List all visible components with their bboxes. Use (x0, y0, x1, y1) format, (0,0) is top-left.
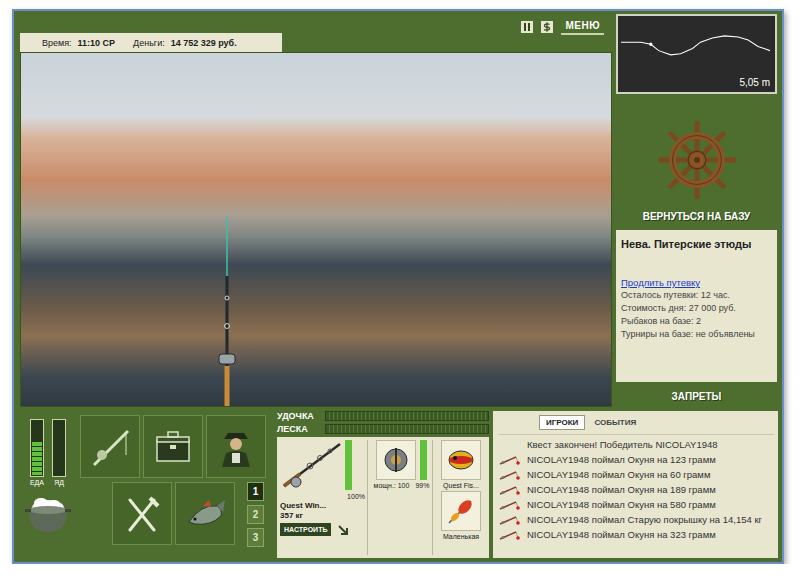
fishing-scene[interactable] (20, 52, 612, 407)
feed-message: Квест закончен! Победитель NICOLAY1948 (499, 437, 774, 452)
catch-button[interactable] (175, 482, 235, 545)
slot-button[interactable]: 2 (247, 505, 264, 524)
fisherman-button[interactable] (206, 415, 266, 478)
catch-rod-icon (499, 485, 521, 495)
lure-icon (445, 444, 477, 476)
reel-card[interactable]: мощн.: 10099% (371, 440, 433, 555)
bans-button[interactable]: ЗАПРЕТЫ (616, 386, 777, 407)
location-detail: Осталось путевки: 12 час. (621, 289, 773, 301)
catch-rod-icon (499, 515, 521, 525)
tension-row: ЛЕСКА (277, 424, 489, 434)
depth-reading: 5,05 m (621, 77, 770, 88)
meters: ЕДА ЯД (30, 419, 66, 486)
tension-row: УДОЧКА (277, 411, 489, 421)
catch-rod-icon (499, 455, 521, 465)
feed-tab[interactable]: СОБЫТИЯ (587, 415, 643, 430)
feed-tabs: ИГРОКИСОБЫТИЯ (499, 415, 774, 430)
game-window: Время:11:10 СР Деньги:14 752 329 руб. МЕНЮ… (12, 9, 784, 564)
eat-button[interactable] (112, 482, 172, 545)
ship-wheel-icon (658, 121, 736, 199)
location-panel: Нева. Питерские этюды Продлить путевкуОст… (616, 230, 777, 382)
catch-rod-icon (499, 500, 521, 510)
meter: ЯД (52, 419, 66, 486)
arrow-icon[interactable] (337, 524, 349, 536)
tackle-slots: 100%Quest Win...357 кгНАСТРОИТЬмощн.: 10… (277, 437, 489, 558)
meter-fill (32, 442, 42, 475)
location-detail: Турниры на базе: не объявлены (621, 328, 773, 340)
menu-button[interactable]: МЕНЮ (561, 18, 604, 35)
feed-message: NICOLAY1948 поймал Старую покрышку на 14… (499, 512, 774, 527)
pause-icon (523, 23, 531, 31)
main-area: Время:11:10 СР Деньги:14 752 329 руб. МЕНЮ… (20, 14, 778, 407)
tension-track (325, 424, 489, 434)
feed-message: NICOLAY1948 поймал Окуня на 60 грамм (499, 467, 774, 482)
return-to-base-button[interactable]: ВЕРНУТЬСЯ НА БАЗУ (616, 98, 777, 226)
top-bar: Время:11:10 СР Деньги:14 752 329 руб. МЕНЮ (20, 14, 612, 52)
scene-column: Время:11:10 СР Деньги:14 752 329 руб. МЕНЮ (20, 14, 612, 407)
action-row: 1 2 3 (80, 482, 266, 547)
spinner-icon (445, 495, 477, 527)
feed-message: NICOLAY1948 поймал Окуня на 189 грамм (499, 482, 774, 497)
tackle-box-icon (151, 425, 195, 469)
vitals: ЕДА ЯД (20, 411, 76, 558)
action-grid: 1 2 3 (80, 411, 266, 558)
pause-button[interactable] (521, 21, 533, 33)
slot-button[interactable]: 3 (247, 528, 264, 547)
bait-slot[interactable] (441, 440, 481, 480)
action-row (80, 415, 266, 478)
side-column: 5,05 mВЕРНУТЬСЯ НА БАЗУНева. Питерские э… (616, 14, 777, 407)
money-field: Деньги:14 752 329 руб. (133, 38, 237, 48)
meter-track (52, 419, 66, 477)
reel-icon (380, 444, 412, 476)
tension-track (325, 411, 489, 421)
location-detail: Стоимость дня: 27 000 руб. (621, 302, 773, 314)
bottom-bar: ЕДА ЯД 1 2 3 УДОЧКА ЛЕСКА 100%Quest Win...357 к… (20, 411, 778, 558)
actions-panel: ЕДА ЯД 1 2 3 (20, 411, 273, 558)
feed-list: Квест закончен! Победитель NICOLAY1948NI… (499, 434, 774, 542)
lure-slot[interactable] (441, 491, 481, 531)
feed-tab[interactable]: ИГРОКИ (539, 415, 585, 430)
catch-rod-icon (499, 530, 521, 540)
rod-icon (215, 216, 239, 406)
slot-buttons: 1 2 3 (247, 482, 264, 547)
feed-message: NICOLAY1948 поймал Окуня на 123 грамм (499, 452, 774, 467)
reel-durability-bar (420, 440, 427, 480)
bait-card: Quest Fis...Маленькая (436, 440, 486, 555)
meter-track (30, 419, 44, 477)
cauldron-icon[interactable] (23, 492, 73, 536)
time-field: Время:11:10 СР (42, 38, 115, 48)
meter: ЕДА (30, 419, 44, 486)
feed-message: NICOLAY1948 поймал Окуня на 323 грамм (499, 527, 774, 542)
menu-controls: МЕНЮ (521, 14, 604, 35)
fish-icon (183, 492, 227, 536)
rod-durability-bar (345, 440, 352, 490)
shop-button[interactable] (541, 21, 553, 33)
location-detail: Рыбаков на базе: 2 (621, 315, 773, 327)
feed-panel: ИГРОКИСОБЫТИЯ Квест закончен! Победитель … (493, 411, 778, 558)
dollar-icon (542, 22, 552, 32)
feed-message: NICOLAY1948 поймал Окуня на 580 грамм (499, 497, 774, 512)
rod-card[interactable]: 100%Quest Win...357 кгНАСТРОИТЬ (280, 440, 368, 555)
fisherman-icon (214, 425, 258, 469)
knife-fork-icon (120, 492, 164, 536)
status-box: Время:11:10 СР Деньги:14 752 329 руб. (20, 33, 282, 52)
extend-permit-link[interactable]: Продлить путевку (621, 277, 773, 288)
catch-rod-icon (499, 470, 521, 480)
slot-button[interactable]: 1 (247, 482, 264, 501)
fishing-rod-icon (88, 425, 132, 469)
tackle-box-button[interactable] (143, 415, 203, 478)
rod-picture-icon (280, 440, 342, 492)
depth-map: 5,05 m (616, 14, 777, 94)
setup-button[interactable]: НАСТРОИТЬ (280, 523, 331, 536)
location-title: Нева. Питерские этюды (621, 238, 773, 250)
rods-button[interactable] (80, 415, 140, 478)
depth-profile-icon (621, 19, 770, 77)
tackle-panel: УДОЧКА ЛЕСКА 100%Quest Win...357 кгНАСТРОИ… (277, 411, 489, 558)
